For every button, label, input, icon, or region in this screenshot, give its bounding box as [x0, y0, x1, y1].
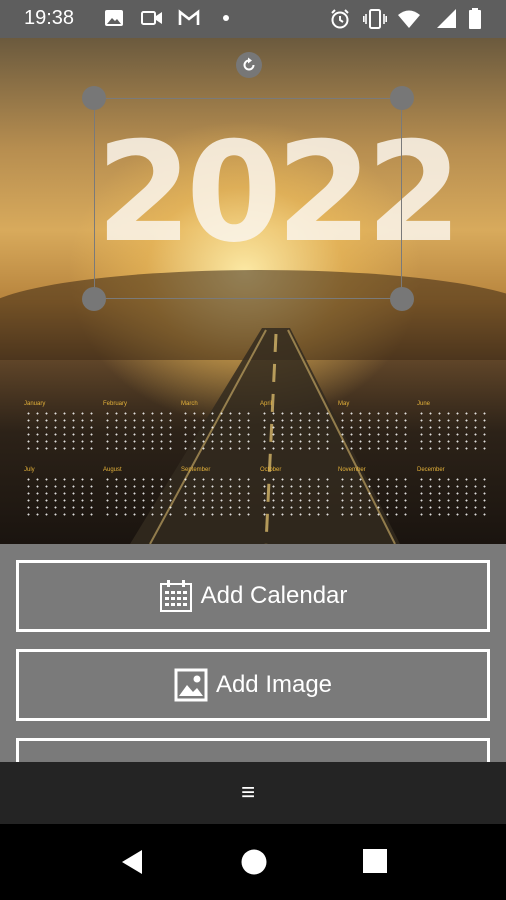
- signal-icon: [437, 9, 456, 28]
- month-days-grid: [338, 476, 410, 516]
- month-days-grid: [417, 410, 489, 450]
- month-days-grid: [24, 410, 96, 450]
- month-days-grid: [260, 476, 332, 516]
- month-label: September: [181, 467, 211, 473]
- gmail-icon: [178, 9, 200, 25]
- status-bar: 19:38: [0, 0, 506, 38]
- recents-icon[interactable]: [362, 848, 388, 874]
- month-label: June: [417, 401, 431, 407]
- calendar-canvas[interactable]: 2022 January February March April May Ju…: [0, 38, 506, 544]
- month-label: October: [260, 467, 282, 473]
- resize-handle-bottom-right[interactable]: [390, 287, 414, 311]
- month-days-grid: [181, 410, 253, 450]
- picture-icon: [174, 668, 208, 702]
- image-icon: [105, 10, 123, 26]
- month-august: August: [103, 466, 175, 522]
- add-calendar-button[interactable]: Add Calendar: [16, 560, 490, 632]
- month-label: March: [181, 401, 198, 407]
- month-label: January: [24, 401, 46, 407]
- resize-handle-top-right[interactable]: [390, 86, 414, 110]
- month-label: December: [417, 467, 445, 473]
- home-icon[interactable]: [240, 848, 268, 876]
- third-action-button[interactable]: [16, 738, 490, 762]
- bottom-toolbar: ≡: [0, 762, 506, 824]
- month-january: January: [24, 400, 96, 456]
- month-days-grid: [417, 476, 489, 516]
- month-may: May: [338, 400, 410, 456]
- status-time: 19:38: [24, 7, 75, 29]
- back-icon[interactable]: [118, 848, 146, 876]
- month-september: September: [181, 466, 253, 522]
- alarm-icon: [331, 9, 349, 29]
- wifi-icon: [398, 10, 420, 28]
- month-december: December: [417, 466, 489, 522]
- month-october: October: [260, 466, 332, 522]
- month-march: March: [181, 400, 253, 456]
- month-days-grid: [103, 476, 175, 516]
- add-calendar-label: Add Calendar: [200, 582, 348, 609]
- month-label: April: [260, 401, 273, 407]
- month-label: February: [103, 401, 128, 407]
- resize-handle-bottom-left[interactable]: [82, 287, 106, 311]
- month-days-grid: [181, 476, 253, 516]
- month-days-grid: [338, 410, 410, 450]
- calendar-grid-icon: [159, 580, 192, 612]
- video-icon: [141, 11, 162, 25]
- add-image-label: Add Image: [215, 671, 333, 698]
- month-june: June: [417, 400, 489, 456]
- selection-frame[interactable]: [94, 98, 402, 299]
- action-panel[interactable]: Add Calendar Add Image: [0, 544, 506, 762]
- month-july: July: [24, 466, 96, 522]
- month-days-grid: [24, 476, 96, 516]
- month-april: April: [260, 400, 332, 456]
- month-days-grid: [103, 410, 175, 450]
- month-label: November: [338, 467, 366, 473]
- battery-icon: [469, 8, 481, 29]
- resize-handle-top-left[interactable]: [82, 86, 106, 110]
- month-label: August: [103, 467, 122, 473]
- month-label: May: [338, 401, 350, 407]
- system-navigation-bar: [0, 824, 506, 900]
- add-image-button[interactable]: Add Image: [16, 649, 490, 721]
- rotate-handle[interactable]: [236, 52, 262, 78]
- month-days-grid: [260, 410, 332, 450]
- menu-icon[interactable]: ≡: [241, 781, 255, 805]
- rotate-icon: [243, 57, 255, 71]
- dot-icon: [223, 15, 229, 21]
- month-label: July: [24, 467, 35, 473]
- month-november: November: [338, 466, 410, 522]
- month-february: February: [103, 400, 175, 456]
- vibrate-icon: [363, 9, 387, 29]
